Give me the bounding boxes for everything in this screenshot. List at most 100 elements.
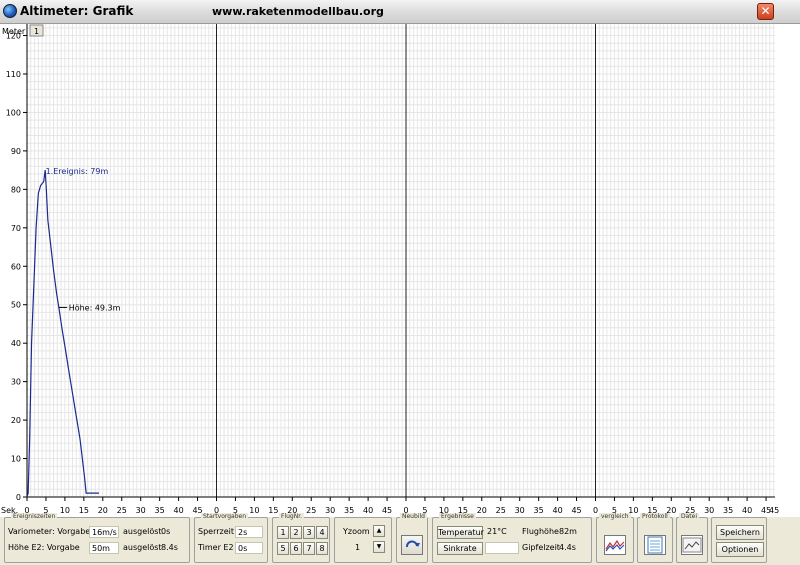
yzoom-down-button[interactable]: ▼ — [373, 541, 385, 553]
variometer-value: 16m/s — [92, 528, 117, 537]
flight-4-button[interactable]: 4 — [316, 526, 328, 539]
flight-3-button[interactable]: 3 — [303, 526, 315, 539]
sinkrate-button[interactable]: Sinkrate — [437, 542, 483, 555]
datei-button[interactable] — [681, 535, 703, 555]
y-tick-label: 30 — [11, 378, 21, 387]
x-tick-label: 0 — [593, 506, 598, 515]
hoehe-e2-label: Höhe E2: Vorgabe — [8, 543, 80, 552]
title-bar: Altimeter: Grafik www.raketenmodellbau.o… — [0, 0, 800, 24]
flight-6-button[interactable]: 6 — [290, 542, 302, 555]
yzoom-up-button[interactable]: ▲ — [373, 525, 385, 537]
window-title: Altimeter: Grafik — [20, 4, 134, 18]
x-tick-label: 35 — [155, 506, 165, 515]
yzoom-panel: Yzoom ▲ 1 ▼ — [334, 517, 392, 563]
x-tick-label: 40 — [363, 506, 373, 515]
x-tick-label: 25 — [117, 506, 127, 515]
variometer-trigger-value: 0s — [161, 527, 171, 536]
y-tick-label: 10 — [11, 455, 21, 464]
timer-e2-label: Timer E2 — [198, 543, 234, 552]
protokoll-title: Protokoll — [640, 513, 670, 520]
y-tick-label: 80 — [11, 185, 21, 194]
x-tick-label: 35 — [344, 506, 354, 515]
y-tick-label: 0 — [16, 493, 21, 502]
refresh-button[interactable] — [401, 535, 423, 555]
yzoom-value: 1 — [355, 543, 361, 552]
sperrzeit-field[interactable]: 2s — [235, 526, 263, 538]
x-tick-label: 35 — [723, 506, 733, 515]
vergleich-title: vergleich — [599, 513, 631, 520]
timer-e2-field[interactable]: 0s — [235, 542, 263, 554]
neubild-panel: Neubild — [396, 513, 428, 563]
hoehe-e2-value-field[interactable]: 50m — [89, 542, 119, 554]
x-tick-label: 10 — [249, 506, 259, 515]
timer-e2-value: 0s — [238, 544, 248, 553]
x-tick-label: 20 — [98, 506, 108, 515]
vergleich-button[interactable] — [604, 535, 626, 555]
y-tick-label: 50 — [11, 301, 21, 310]
speichern-button[interactable]: Speichern — [716, 525, 764, 540]
protokoll-panel: Protokoll — [637, 513, 673, 563]
x-tick-label: 30 — [704, 506, 714, 515]
x-tick-label: 30 — [136, 506, 146, 515]
altitude-chart: 0102030405060708090100110120Meter 1Sek. 0 5… — [0, 24, 800, 517]
x-tick-label: 30 — [325, 506, 335, 515]
ergebnisse-panel: Ergebnisse Temperatur 21°C Sinkrate Flug… — [432, 513, 592, 563]
x-tick-label: 30 — [515, 506, 525, 515]
file-chart-icon — [682, 537, 702, 553]
flight-1-button[interactable]: 1 — [277, 526, 289, 539]
flughoehe-value: 82m — [559, 527, 577, 536]
variometer-value-field[interactable]: 16m/s — [89, 526, 119, 538]
flight-5-button[interactable]: 5 — [277, 542, 289, 555]
y-tick-label: 100 — [6, 108, 21, 117]
temperatur-value: 21°C — [487, 527, 507, 536]
x-tick-label: 15 — [268, 506, 278, 515]
temperatur-button[interactable]: Temperatur — [437, 526, 484, 539]
y-tick-label: 40 — [11, 339, 21, 348]
datei-panel: Datei — [676, 513, 708, 563]
neubild-title: Neubild — [400, 513, 427, 520]
y-tick-label: 20 — [11, 416, 21, 425]
x-tick-label: 20 — [477, 506, 487, 515]
event-annotation: 1.Ereignis: 79m — [46, 167, 109, 176]
sperrzeit-label: Sperrzeit — [198, 527, 234, 536]
hoehe-e2-trigger-label: ausgelöst — [123, 543, 162, 552]
document-icon — [647, 536, 663, 554]
compare-chart-icon — [605, 539, 625, 552]
refresh-icon — [406, 540, 420, 548]
globe-icon — [3, 4, 17, 18]
variometer-trigger-label: ausgelöst — [123, 527, 162, 536]
gipfelzeit-label: Gipfelzeit — [522, 543, 560, 552]
sinkrate-field[interactable] — [485, 542, 519, 554]
protokoll-button[interactable] — [644, 535, 666, 555]
y-tick-label: 70 — [11, 224, 21, 233]
yzoom-label: Yzoom — [343, 527, 370, 536]
y-tick-label: 110 — [6, 70, 21, 79]
datei-title: Datei — [679, 513, 700, 520]
ereigniszeiten-title: Ereigniszeiten — [11, 513, 58, 520]
x-tick-label: 10 — [60, 506, 70, 515]
flight-7-button[interactable]: 7 — [303, 542, 315, 555]
x-tick-label: 40 — [742, 506, 752, 515]
x-tick-label: 45 — [769, 506, 779, 515]
x-tick-label: 25 — [496, 506, 506, 515]
flughoehe-label: Flughöhe — [522, 527, 559, 536]
speichern-panel: Speichern Optionen — [711, 517, 767, 563]
x-tick-label: 25 — [306, 506, 316, 515]
x-tick-label: 40 — [553, 506, 563, 515]
window-url: www.raketenmodellbau.org — [212, 5, 384, 18]
flight-8-button[interactable]: 8 — [316, 542, 328, 555]
optionen-button[interactable]: Optionen — [716, 542, 764, 557]
graph-tab-label: 1 — [34, 27, 39, 36]
height-annotation: Höhe: 49.3m — [69, 303, 121, 312]
y-unit-label: Meter — [2, 27, 26, 36]
x-tick-label: 40 — [174, 506, 184, 515]
gipfelzeit-value: 4.4s — [559, 543, 576, 552]
hoehe-e2-value: 50m — [92, 544, 110, 553]
flight-2-button[interactable]: 2 — [290, 526, 302, 539]
vergleich-panel: vergleich — [596, 513, 634, 563]
close-button[interactable]: ✕ — [757, 3, 774, 20]
altimeter-window: Altimeter: Grafik www.raketenmodellbau.o… — [0, 0, 800, 565]
x-tick-label: 45 — [571, 506, 581, 515]
variometer-label: Variometer: Vorgabe — [8, 527, 91, 536]
startvorgaben-panel: Startvorgaben Sperrzeit 2s Timer E2 0s — [194, 513, 268, 563]
